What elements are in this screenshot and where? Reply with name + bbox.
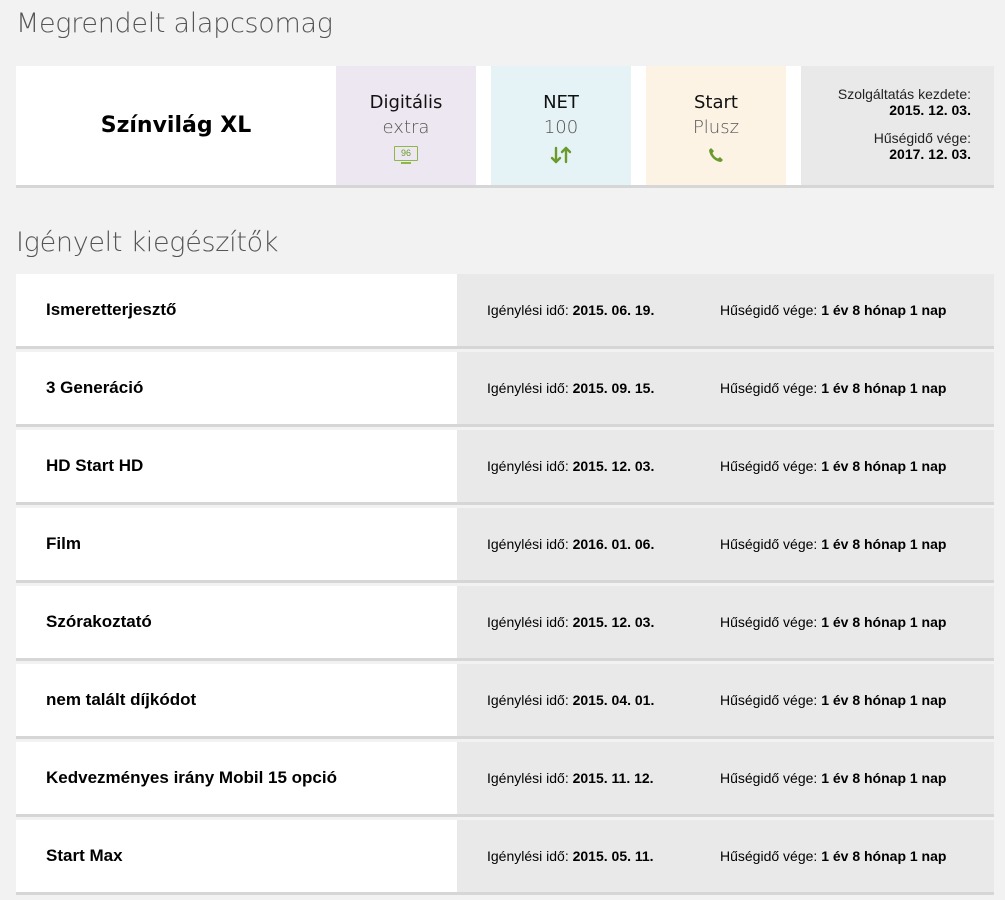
loyalty-label: Hűségidő vége: — [720, 536, 818, 552]
package-dates: Szolgáltatás kezdete: 2015. 12. 03. Hűsé… — [801, 66, 994, 185]
loyalty-label: Hűségidő vége: — [720, 692, 818, 708]
tv-icon: 96 — [394, 146, 418, 164]
request-label: Igénylési idő: — [487, 536, 569, 552]
loyalty-label: Hűségidő vége: — [720, 848, 818, 864]
request-date: 2015. 09. 15. — [572, 380, 655, 396]
loyalty-value: 1 év 8 hónap 1 nap — [821, 614, 947, 630]
up-down-arrows-icon — [550, 146, 572, 164]
tile-tv-subtitle: extra — [382, 117, 430, 138]
request-label: Igénylési idő: — [487, 380, 569, 396]
addons-list: Ismeretterjesztő Igénylési idő: 2015. 06… — [16, 274, 994, 898]
request-label: Igénylési idő: — [487, 692, 569, 708]
loyalty-value: 1 év 8 hónap 1 nap — [821, 380, 947, 396]
request-label: Igénylési idő: — [487, 848, 569, 864]
tile-tv[interactable]: Digitális extra 96 — [336, 66, 476, 185]
loyalty-label: Hűségidő vége: — [720, 614, 818, 630]
loyalty-end-value: 2017. 12. 03. — [889, 146, 971, 162]
loyalty-value: 1 év 8 hónap 1 nap — [821, 302, 947, 318]
tile-net-subtitle: 100 — [543, 117, 579, 138]
loyalty-end-label: Hűségidő vége: — [873, 130, 971, 146]
request-label: Igénylési idő: — [487, 770, 569, 786]
addon-name: Ismeretterjesztő — [16, 274, 457, 346]
service-start-label: Szolgáltatás kezdete: — [837, 86, 971, 102]
package-name: Színvilág XL — [16, 66, 336, 185]
loyalty-value: 1 év 8 hónap 1 nap — [821, 848, 947, 864]
addon-name: nem talált díjkódot — [16, 664, 457, 736]
addon-name: Kedvezményes irány Mobil 15 opció — [16, 742, 457, 814]
loyalty-value: 1 év 8 hónap 1 nap — [821, 692, 947, 708]
request-label: Igénylési idő: — [487, 614, 569, 630]
addon-row[interactable]: Ismeretterjesztő Igénylési idő: 2015. 06… — [16, 274, 994, 349]
tile-net[interactable]: NET 100 — [491, 66, 631, 185]
request-date: 2015. 12. 03. — [572, 458, 655, 474]
addon-name: Szórakoztató — [16, 586, 457, 658]
addon-name: HD Start HD — [16, 430, 457, 502]
package-card: Színvilág XL Digitális extra 96 NET 100 … — [16, 66, 994, 188]
request-date: 2015. 12. 03. — [572, 614, 655, 630]
request-label: Igénylési idő: — [487, 458, 569, 474]
addon-name: Start Max — [16, 820, 457, 892]
request-date: 2015. 05. 11. — [572, 848, 654, 864]
loyalty-label: Hűségidő vége: — [720, 770, 818, 786]
addon-row[interactable]: Film Igénylési idő: 2016. 01. 06. Hűségi… — [16, 508, 994, 583]
tile-start-subtitle: Plusz — [692, 117, 740, 138]
phone-icon — [709, 148, 723, 162]
request-date: 2016. 01. 06. — [572, 536, 655, 552]
package-section-title: Megrendelt alapcsomag — [16, 8, 333, 39]
tile-tv-title: Digitális — [369, 92, 443, 113]
addon-row[interactable]: Start Max Igénylési idő: 2015. 05. 11. H… — [16, 820, 994, 895]
tile-net-title: NET — [543, 92, 579, 113]
addon-name: 3 Generáció — [16, 352, 457, 424]
tile-start[interactable]: Start Plusz — [646, 66, 786, 185]
loyalty-value: 1 év 8 hónap 1 nap — [821, 536, 947, 552]
loyalty-label: Hűségidő vége: — [720, 380, 818, 396]
addon-row[interactable]: Kedvezményes irány Mobil 15 opció Igényl… — [16, 742, 994, 817]
request-date: 2015. 04. 01. — [572, 692, 655, 708]
loyalty-label: Hűségidő vége: — [720, 458, 818, 474]
addon-row[interactable]: HD Start HD Igénylési idő: 2015. 12. 03.… — [16, 430, 994, 505]
addon-row[interactable]: 3 Generáció Igénylési idő: 2015. 09. 15.… — [16, 352, 994, 427]
service-start-value: 2015. 12. 03. — [889, 102, 971, 118]
loyalty-value: 1 év 8 hónap 1 nap — [821, 770, 947, 786]
tile-start-title: Start — [694, 92, 738, 113]
addon-row[interactable]: nem talált díjkódot Igénylési idő: 2015.… — [16, 664, 994, 739]
loyalty-label: Hűségidő vége: — [720, 302, 818, 318]
request-date: 2015. 11. 12. — [572, 770, 654, 786]
addon-name: Film — [16, 508, 457, 580]
loyalty-value: 1 év 8 hónap 1 nap — [821, 458, 947, 474]
addon-row[interactable]: Szórakoztató Igénylési idő: 2015. 12. 03… — [16, 586, 994, 661]
addons-section-title: Igényelt kiegészítők — [16, 227, 279, 258]
request-date: 2015. 06. 19. — [572, 302, 655, 318]
request-label: Igénylési idő: — [487, 302, 569, 318]
